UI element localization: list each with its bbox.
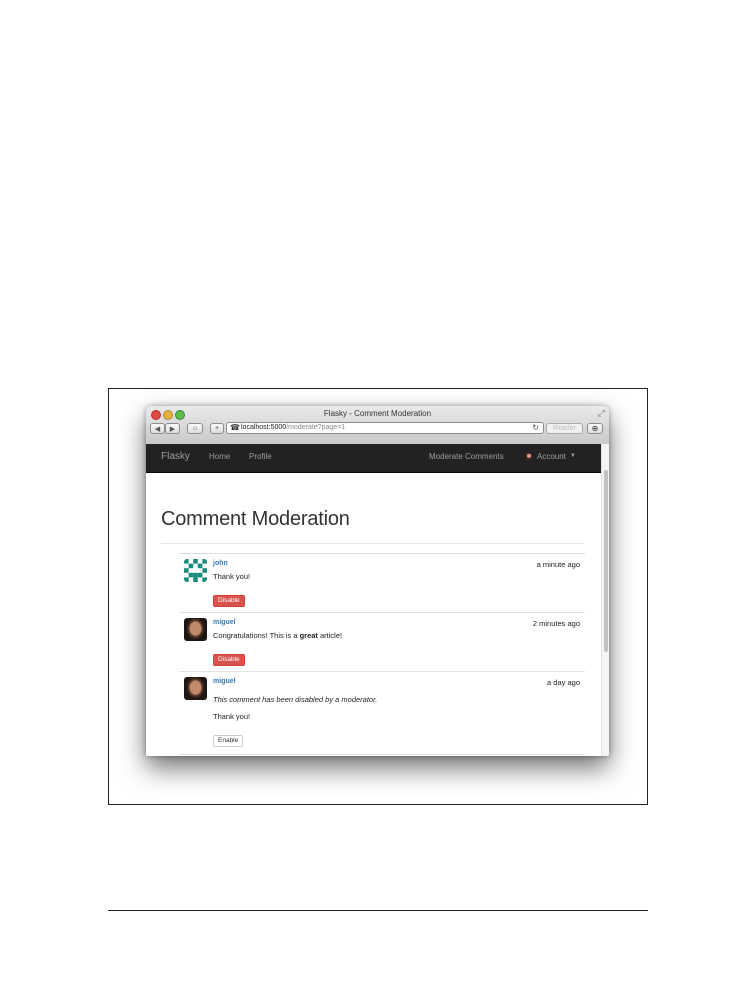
page-divider <box>108 910 648 911</box>
nav-profile-link[interactable]: Profile <box>249 444 272 469</box>
comment-item: miguel a day ago This comment has been d… <box>179 672 585 755</box>
comment-body: Thank you! <box>213 712 251 721</box>
comment-body-text-end: article! <box>317 631 343 640</box>
url-path: /moderate?page=1 <box>286 424 346 431</box>
comment-author-link[interactable]: miguel <box>213 678 236 685</box>
account-dropdown[interactable]: Account ▼ <box>526 444 576 469</box>
navbar: Flasky Home Profile Moderate Comments Ac… <box>146 444 601 473</box>
add-icon: + <box>214 425 220 432</box>
scrollbar-thumb[interactable] <box>604 470 608 652</box>
disable-button[interactable]: Disable <box>213 595 245 607</box>
enable-button[interactable]: Enable <box>213 735 244 747</box>
nav-home-link[interactable]: Home <box>209 444 230 469</box>
downloads-button[interactable]: ⊕ <box>587 423 603 434</box>
caret-down-icon: ▼ <box>569 453 576 459</box>
comment-author-link[interactable]: miguel <box>213 619 236 626</box>
disable-button[interactable]: Disable <box>213 654 245 666</box>
comment-author-link[interactable]: john <box>213 560 228 567</box>
disabled-notice: This comment has been disabled by a mode… <box>213 695 378 704</box>
fullscreen-icon[interactable]: ⤢ <box>598 408 605 419</box>
page-title: Comment Moderation <box>161 508 350 530</box>
user-avatar[interactable] <box>184 618 207 641</box>
browser-window: Flasky - Comment Moderation ⤢ ◀ ▶ ⌂ + ☎ … <box>146 406 609 756</box>
brand-link[interactable]: Flasky <box>161 444 190 470</box>
vertical-scrollbar[interactable] <box>601 444 609 756</box>
nav-moderate-comments-link[interactable]: Moderate Comments <box>429 444 504 469</box>
comment-date: a minute ago <box>536 560 580 569</box>
comment-body: Congratulations! This is a great article… <box>213 631 342 640</box>
comment-body-bold: great <box>299 631 318 640</box>
page-header: Comment Moderation <box>161 504 584 544</box>
back-icon: ◀ <box>154 425 161 433</box>
identicon-avatar[interactable] <box>184 559 207 582</box>
url-host: localhost:5000 <box>241 424 287 431</box>
comment-body-text: Congratulations! This is a <box>213 631 300 640</box>
home-button[interactable]: ⌂ <box>187 423 203 434</box>
comment-date: a day ago <box>547 678 580 687</box>
user-avatar[interactable] <box>184 677 207 700</box>
reader-button[interactable]: Reader <box>546 423 583 434</box>
comment-list: john a minute ago Thank you! Disable mig… <box>179 553 585 755</box>
add-bookmark-button[interactable]: + <box>210 423 224 434</box>
phone-icon: ☎ <box>230 423 240 432</box>
title-bar: Flasky - Comment Moderation ⤢ ◀ ▶ ⌂ + ☎ … <box>146 406 609 445</box>
page-content: Flasky Home Profile Moderate Comments Ac… <box>146 444 601 756</box>
forward-button[interactable]: ▶ <box>165 423 180 434</box>
comment-item: miguel 2 minutes ago Congratulations! Th… <box>179 613 585 672</box>
account-label: Account <box>537 452 566 461</box>
comment-body: Thank you! <box>213 572 251 581</box>
download-icon: ⊕ <box>591 424 599 433</box>
home-icon: ⌂ <box>192 425 198 432</box>
address-bar[interactable]: ☎ localhost:5000/moderate?page=1 ↻ <box>226 422 544 434</box>
comment-date: 2 minutes ago <box>532 619 580 628</box>
back-button[interactable]: ◀ <box>150 423 165 434</box>
forward-icon: ▶ <box>169 425 176 433</box>
comment-item: john a minute ago Thank you! Disable <box>179 554 585 613</box>
window-title: Flasky - Comment Moderation <box>323 409 432 418</box>
account-avatar <box>526 453 532 460</box>
reload-icon[interactable]: ↻ <box>532 423 539 433</box>
